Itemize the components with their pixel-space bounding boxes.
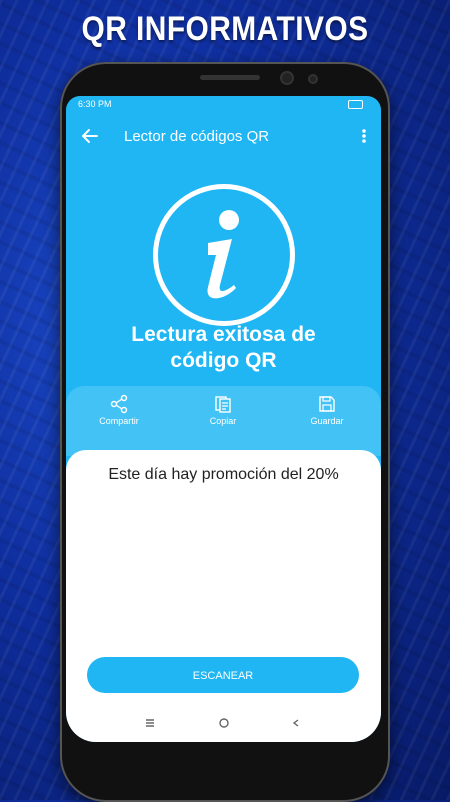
save-button[interactable]: Guardar [292, 394, 362, 426]
arrow-left-icon[interactable] [78, 124, 102, 148]
copy-button[interactable]: Copiar [188, 394, 258, 426]
home-icon[interactable] [216, 716, 232, 730]
save-icon [319, 396, 335, 412]
app-title: Lector de códigos QR [124, 128, 270, 145]
sensor-icon [308, 74, 318, 84]
copy-icon [215, 396, 231, 413]
info-icon [153, 184, 295, 326]
copy-label: Copiar [209, 416, 237, 426]
share-icon [110, 394, 128, 414]
qr-content-text[interactable]: Este día hay promoción del 20% [66, 466, 381, 484]
share-label: Compartir [99, 416, 139, 426]
status-bar: 6:30 PM [66, 96, 381, 112]
actions-panel: Compartir Copiar Guardar [66, 386, 381, 456]
nav-back-icon[interactable] [288, 716, 304, 730]
battery-icon [348, 100, 363, 109]
result-card: Este día hay promoción del 20% ESCANEAR [66, 450, 381, 742]
system-nav-bar [66, 712, 381, 734]
front-camera-icon [280, 71, 294, 85]
phone-speaker [200, 75, 260, 80]
promo-title: QR INFORMATIVOS [81, 10, 369, 48]
app-bar: Lector de códigos QR [66, 118, 381, 154]
app-screen: 6:30 PM Lector de códigos QR Lectura exi… [66, 96, 381, 742]
headline-line-1: Lectura exitosa de [131, 323, 316, 346]
scan-button[interactable]: ESCANEAR [87, 657, 359, 693]
menu-icon[interactable] [142, 716, 158, 730]
headline-line-2: código QR [170, 349, 277, 372]
more-vert-icon[interactable] [357, 124, 371, 148]
status-time: 6:30 PM [78, 99, 112, 109]
result-headline: Lectura exitosa de código QR [66, 322, 381, 374]
share-button[interactable]: Compartir [84, 394, 154, 426]
save-label: Guardar [310, 416, 344, 426]
